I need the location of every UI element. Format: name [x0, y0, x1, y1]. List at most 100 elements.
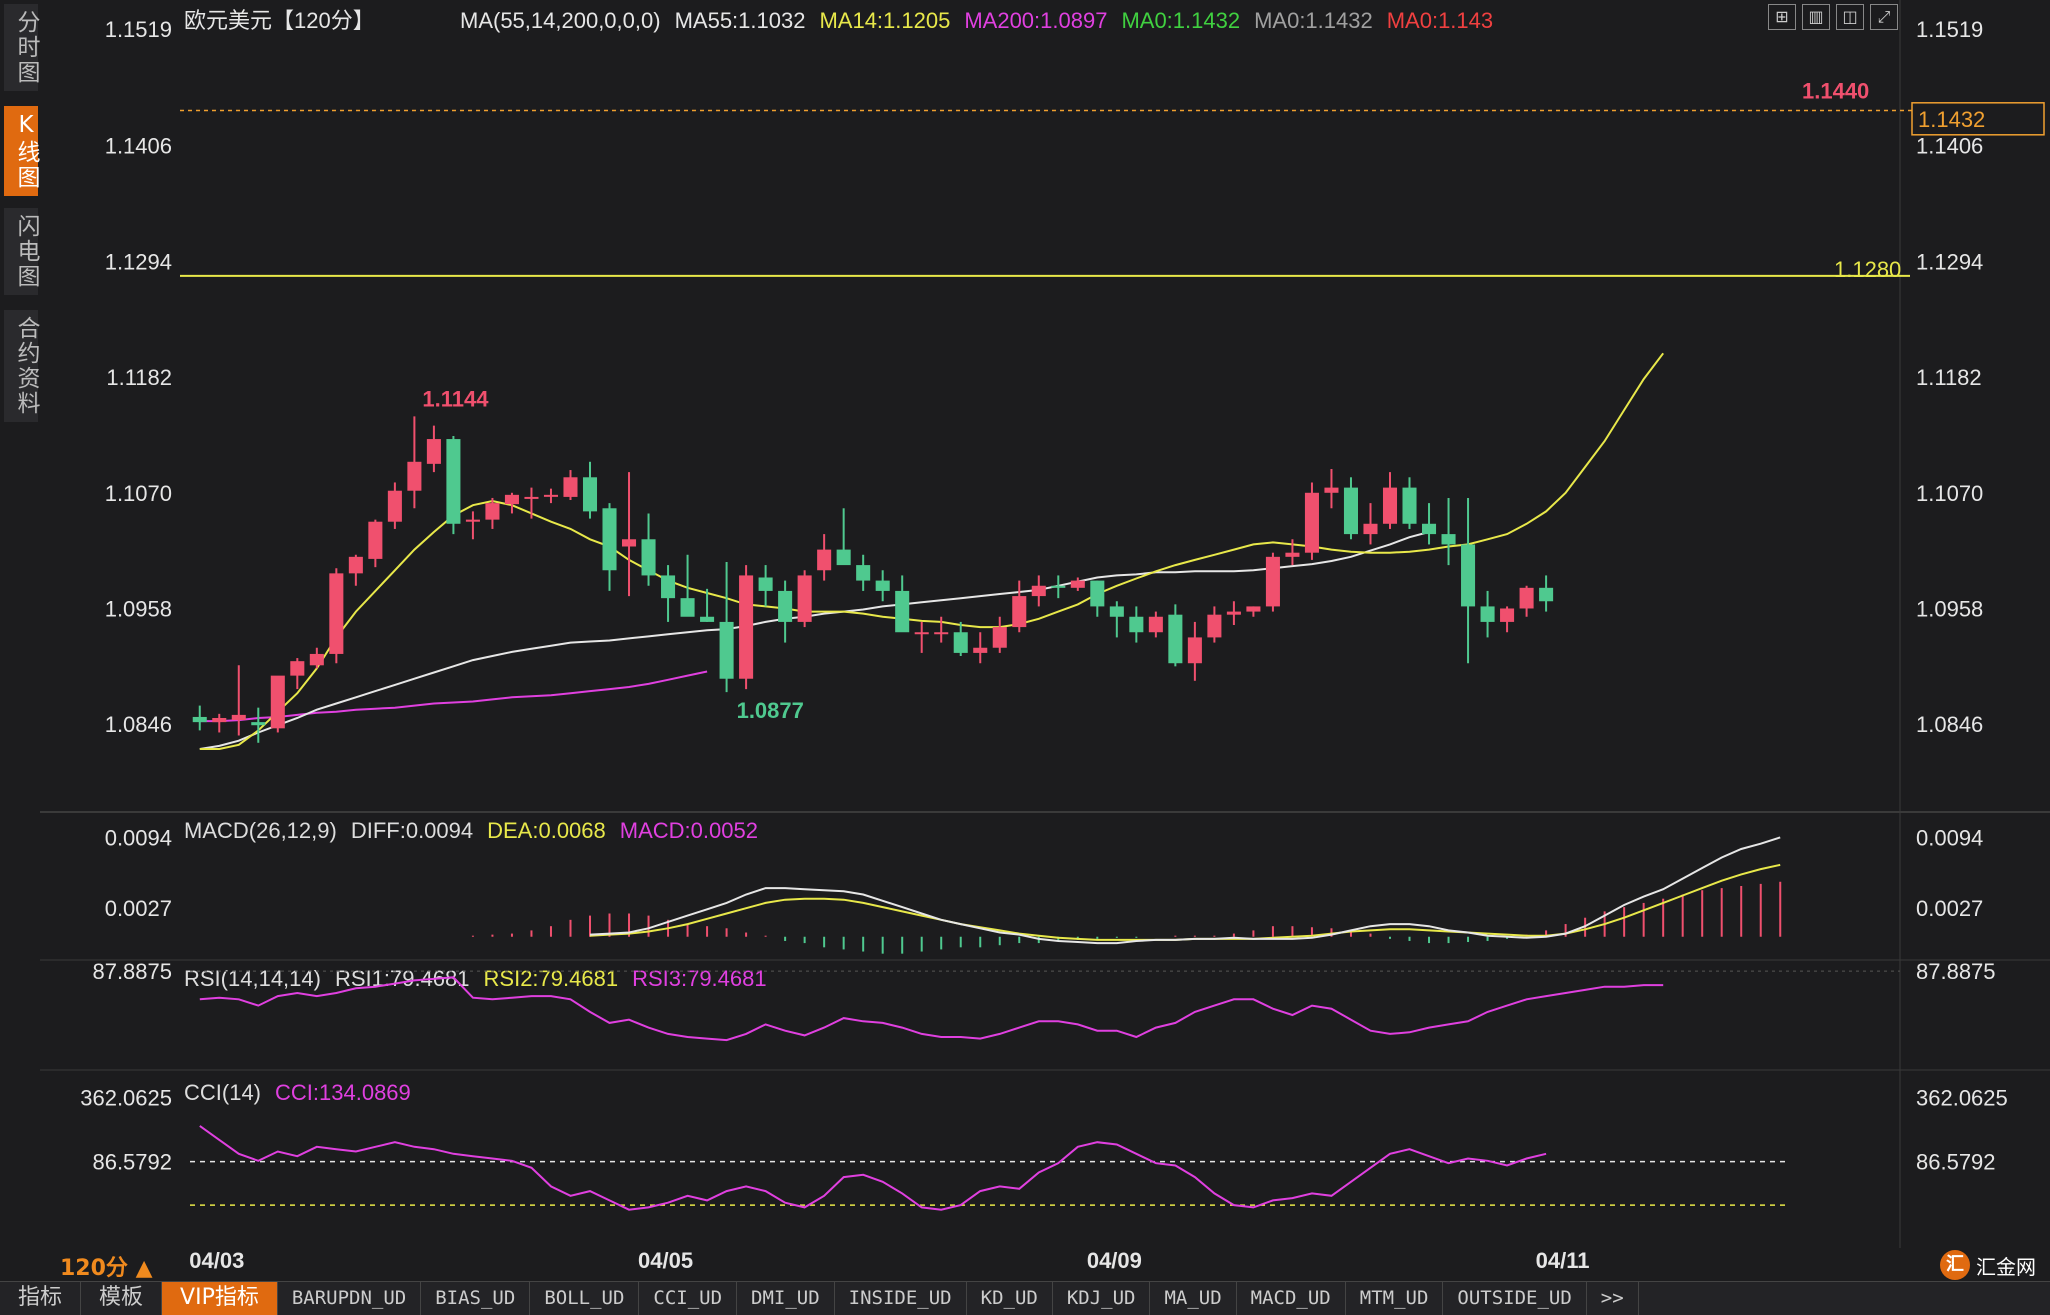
candle-body	[1441, 534, 1456, 545]
price-last-high-label: 1.1440	[1802, 79, 1869, 104]
candle-body	[973, 647, 988, 653]
candle-body	[895, 590, 910, 633]
candle-body	[368, 521, 383, 559]
indicator-tab-11[interactable]: MA_UD	[1150, 1282, 1237, 1315]
candle-body	[914, 632, 929, 635]
rsi-legend-2: RSI2:79.4681	[484, 966, 619, 991]
candle-body	[1012, 596, 1027, 628]
rsi-legend-3: RSI3:79.4681	[632, 966, 767, 991]
cci-legend-0: CCI(14)	[184, 1080, 261, 1105]
indicator-tab-13[interactable]: MTM_UD	[1346, 1282, 1444, 1315]
logo: 汇 汇金网	[1940, 1250, 2036, 1280]
side-tab-2[interactable]: 闪电图	[4, 208, 39, 295]
cci-ytick-right-0: 362.0625	[1916, 1085, 2008, 1110]
candle-body	[758, 577, 773, 591]
rsi-legend-0: RSI(14,14,14)	[184, 966, 321, 991]
price-ytick-right-3: 1.1182	[1916, 365, 1982, 390]
candle-body	[1402, 487, 1417, 524]
candle-body	[641, 539, 656, 576]
diff-line	[589, 836, 1781, 945]
candle-body	[797, 575, 812, 622]
candle-body	[251, 722, 266, 726]
side-tab-1[interactable]: K线图	[4, 106, 39, 196]
candle-body	[817, 549, 832, 571]
macd-ytick-left-0: 0.0094	[105, 825, 172, 850]
indicator-tab-12[interactable]: MACD_UD	[1237, 1282, 1346, 1315]
candle-body	[1265, 556, 1280, 607]
macd-legend-0: MACD(26,12,9)	[184, 818, 337, 843]
side-tab-3[interactable]: 合约资料	[4, 310, 39, 422]
ma14-line	[199, 352, 1664, 750]
period-label[interactable]: 120分 ▲	[60, 1250, 153, 1282]
candle-body	[1539, 587, 1554, 602]
indicator-tab-9[interactable]: KD_UD	[967, 1282, 1053, 1315]
candle-body	[1382, 487, 1398, 524]
indicator-tab-8[interactable]: INSIDE_UD	[835, 1282, 967, 1315]
indicator-tab-bar: 指标 模板 VIP指标 BARUPDN_UD BIAS_UD BOLL_UD CCI_UD D…	[0, 1281, 2050, 1315]
cci-ytick-left-1: 86.5792	[92, 1150, 172, 1175]
candle-body	[524, 496, 539, 499]
expand-icon[interactable]: ⤢	[1870, 4, 1898, 30]
split-chart-icon[interactable]: ◫	[1836, 4, 1864, 30]
price-legend-6: MA0:1.143	[1387, 8, 1493, 33]
cci-ytick-right-1: 86.5792	[1916, 1150, 1996, 1175]
price-ytick-left-3: 1.1182	[106, 365, 172, 390]
indicator-tab-10[interactable]: KDJ_UD	[1053, 1282, 1151, 1315]
candle-body	[1480, 606, 1495, 622]
candle-body	[622, 539, 637, 547]
indicator-tab-3[interactable]: BARUPDN_UD	[278, 1282, 422, 1315]
candle-body	[1363, 523, 1378, 535]
price-legend-4: MA0:1.1432	[1121, 8, 1240, 33]
candle-body	[465, 519, 480, 522]
indicator-tab-15[interactable]: >>	[1587, 1282, 1639, 1315]
rsi-ytick-right-0: 87.8875	[1916, 959, 1996, 984]
candle-body	[700, 616, 715, 622]
candle-body	[212, 717, 227, 723]
candle-body	[875, 580, 890, 591]
side-tab-0[interactable]: 分时图	[4, 4, 39, 91]
candle-body	[953, 632, 968, 653]
candle-body	[719, 621, 734, 679]
single-chart-icon[interactable]: ▥	[1802, 4, 1830, 30]
ma55-line	[199, 531, 1430, 750]
price-legend-5: MA0:1.1432	[1254, 8, 1373, 33]
indicator-tab-2[interactable]: VIP指标	[162, 1282, 278, 1315]
price-ytick-right-1: 1.1406	[1916, 134, 1983, 159]
candle-body	[329, 573, 344, 654]
candle-body	[661, 575, 676, 599]
grid-layout-icon[interactable]: ⊞	[1768, 4, 1796, 30]
candle-body	[1168, 614, 1183, 664]
candle-body	[563, 477, 578, 497]
price-horizontal-line-label: 1.1280	[1834, 257, 1901, 282]
price-legend-1: MA55:1.1032	[675, 8, 806, 33]
candle-body	[426, 439, 441, 464]
toolbar-icons: ⊞ ▥ ◫ ⤢	[1768, 4, 1898, 30]
indicator-tab-1[interactable]: 模板	[81, 1282, 163, 1315]
indicator-tab-0[interactable]: 指标	[0, 1282, 82, 1315]
macd-legend-3: MACD:0.0052	[620, 818, 758, 843]
candle-body	[778, 590, 793, 622]
indicator-tab-14[interactable]: OUTSIDE_UD	[1443, 1282, 1587, 1315]
indicator-tab-4[interactable]: BIAS_UD	[421, 1282, 531, 1315]
last-price-box-text: 1.1432	[1918, 107, 1985, 132]
candle-body	[602, 508, 617, 571]
candle-body	[1304, 492, 1319, 553]
candle-body	[309, 653, 324, 666]
indicator-tab-7[interactable]: DMI_UD	[737, 1282, 835, 1315]
macd-ytick-right-0: 0.0094	[1916, 825, 1983, 850]
candle-body	[1148, 616, 1163, 633]
price-ytick-left-6: 1.0846	[105, 712, 172, 737]
candle-body	[1129, 616, 1144, 633]
cci-legend-1: CCI:134.0869	[275, 1080, 411, 1105]
candle-body	[407, 461, 422, 491]
price-ytick-right-6: 1.0846	[1916, 712, 1983, 737]
candle-body	[1090, 580, 1105, 607]
indicator-tab-5[interactable]: BOLL_UD	[530, 1282, 640, 1315]
price-ytick-right-5: 1.0958	[1916, 596, 1983, 621]
indicator-tab-6[interactable]: CCI_UD	[639, 1282, 738, 1315]
candle-body	[1461, 544, 1476, 607]
candle-body	[231, 714, 246, 721]
candle-body	[1226, 611, 1241, 615]
candle-body	[1500, 608, 1515, 622]
logo-icon: 汇	[1940, 1250, 1970, 1280]
